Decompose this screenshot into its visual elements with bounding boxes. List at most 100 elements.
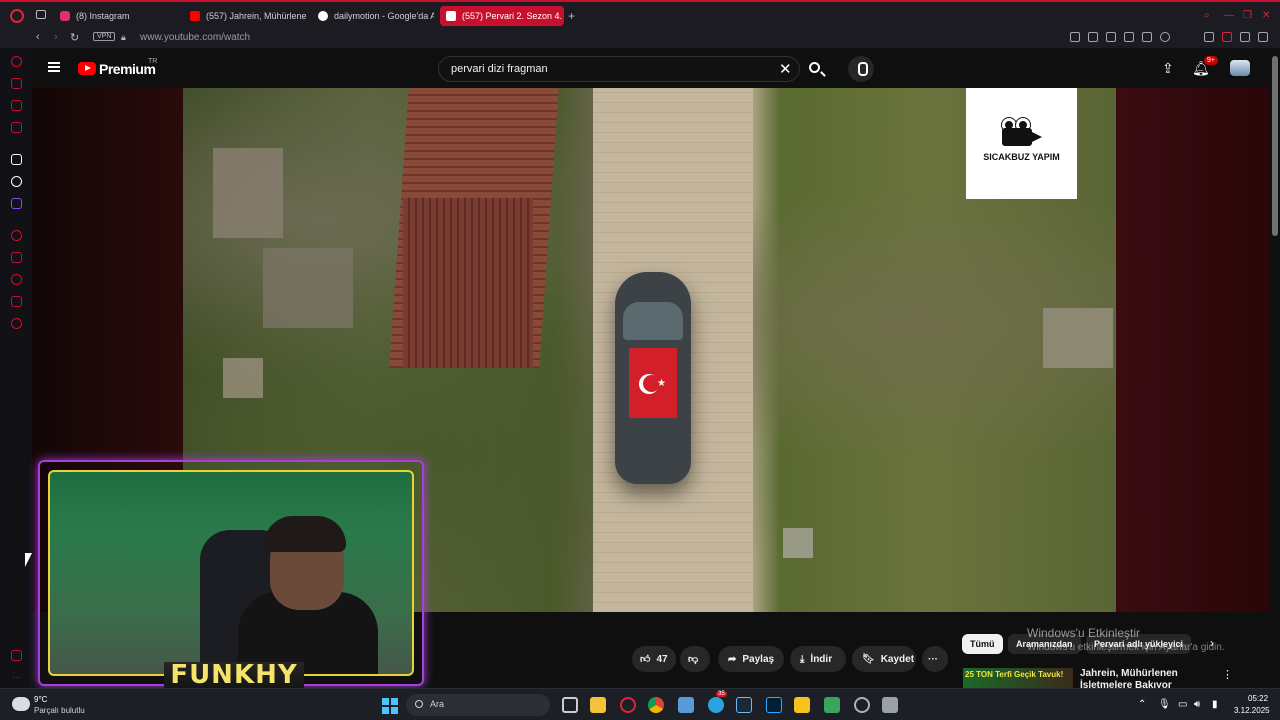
minimize-button[interactable]: — — [1224, 10, 1234, 21]
sidebar-arc-icon[interactable] — [11, 154, 22, 165]
recommended-more-icon[interactable]: ⋮ — [1222, 668, 1233, 681]
tab-youtube-jahrein[interactable]: (557) Jahrein, Mühürlene — [184, 6, 306, 26]
chrome-icon[interactable] — [648, 697, 664, 713]
photoshop-icon[interactable] — [766, 697, 782, 713]
search-button[interactable] — [806, 56, 828, 82]
url-field[interactable]: www.youtube.com/watch — [140, 32, 250, 43]
crescent-icon — [639, 374, 660, 394]
microphone-icon[interactable]: 🎙︎ — [1158, 699, 1171, 710]
workspaces-icon[interactable] — [36, 10, 46, 19]
weather-description[interactable]: Parçalı bulutlu — [34, 706, 85, 715]
streamer-name: FUNKHY — [170, 660, 298, 690]
clock-time[interactable]: 05:22 — [1248, 694, 1268, 703]
recommended-video-title[interactable]: Jahrein, Mühürlenen İşletmelere Bakıyor — [1080, 668, 1216, 688]
tab-instagram[interactable]: (8) Instagram — [54, 6, 176, 26]
windows-start-icon[interactable] — [382, 698, 398, 714]
share-label: Paylaş — [742, 653, 775, 665]
sidebar-whatsapp-icon[interactable] — [11, 122, 22, 133]
voice-search-button[interactable] — [848, 56, 874, 82]
notepad-icon[interactable] — [678, 697, 694, 713]
translate-icon[interactable] — [1124, 32, 1134, 42]
download-button[interactable]: ⤓ İndir — [790, 646, 846, 672]
pin-icon[interactable] — [1070, 32, 1080, 42]
search-query[interactable]: pervari dizi fragman — [451, 63, 548, 75]
feather-app-icon[interactable] — [882, 697, 898, 713]
tray-overflow-icon[interactable]: ⌃ — [1138, 699, 1146, 710]
settings-gear-icon[interactable] — [854, 697, 870, 713]
scrollbar-thumb[interactable] — [1272, 56, 1278, 236]
telegram-unread-badge: 35 — [716, 691, 727, 697]
search-input[interactable]: pervari dizi fragman ✕ — [438, 56, 800, 82]
opera-gx-icon[interactable] — [620, 697, 636, 713]
profile-icon[interactable] — [1222, 32, 1232, 42]
sidebar-more-icon[interactable]: ··· — [12, 672, 22, 683]
sidebar-gx-icon[interactable] — [11, 650, 22, 661]
sidebar-extensions-icon[interactable] — [11, 296, 22, 307]
sidebar-history-icon[interactable] — [11, 274, 22, 285]
battery-icon[interactable]: ▮ — [1212, 699, 1218, 710]
tab-label: (557) Pervari 2. Sezon 4. — [462, 11, 563, 21]
clear-search-icon[interactable]: ✕ — [779, 60, 792, 78]
car-windshield — [623, 302, 683, 340]
youtube-logo-word[interactable]: Premium — [99, 61, 156, 77]
sidebar-chatgpt-icon[interactable] — [11, 176, 22, 187]
clock-date[interactable]: 3.12.2025 — [1234, 706, 1270, 715]
search-tabs-icon[interactable]: ⌕ — [1204, 10, 1210, 21]
taskbar-search[interactable]: Ara — [406, 694, 550, 716]
windows-activation-title: Windows'u Etkinleştir — [1027, 626, 1140, 640]
account-avatar[interactable] — [1230, 60, 1250, 76]
weather-temperature[interactable]: 9°C — [34, 695, 47, 704]
sidebar-messenger-icon[interactable] — [11, 100, 22, 111]
player-icon[interactable] — [1142, 32, 1152, 42]
turkish-flag: ★ — [629, 348, 677, 418]
sidebar-twitch-icon[interactable] — [11, 198, 22, 209]
file-explorer-icon[interactable] — [590, 697, 606, 713]
tab-youtube-pervari[interactable]: (557) Pervari 2. Sezon 4. — [440, 6, 564, 26]
weather-cloud-icon[interactable] — [12, 697, 30, 711]
dislike-button[interactable]: 👎︎ — [680, 646, 710, 672]
sidebar-ai-icon[interactable] — [11, 56, 22, 67]
sidebar-settings-icon[interactable] — [11, 318, 22, 329]
download-icon[interactable] — [1240, 32, 1250, 42]
mouse-cursor-icon — [25, 553, 32, 567]
vpn-badge[interactable]: VPN — [93, 32, 116, 41]
like-button[interactable]: 👍︎ 47 — [632, 646, 676, 672]
close-window-button[interactable]: ✕ — [1262, 10, 1270, 21]
hamburger-menu-icon[interactable] — [48, 62, 60, 72]
save-button[interactable]: 🔖︎ Kaydet — [852, 646, 916, 672]
stones — [783, 528, 813, 558]
tab-google-dailymotion[interactable]: dailymotion - Google'da A — [312, 6, 434, 26]
more-actions-button[interactable]: ··· — [922, 646, 948, 672]
forward-icon[interactable]: › — [54, 31, 58, 43]
youtube-logo-icon[interactable] — [78, 62, 96, 75]
heart-icon[interactable] — [1160, 32, 1170, 42]
discord-green-icon[interactable] — [824, 697, 840, 713]
steam-icon[interactable] — [736, 697, 752, 713]
volume-icon[interactable]: 🔊︎ — [1194, 699, 1200, 710]
browser-tab-bar: (8) Instagram (557) Jahrein, Mühürlene d… — [0, 0, 1280, 28]
sidebar-shopping-icon[interactable] — [11, 78, 22, 89]
back-icon[interactable]: ‹ — [36, 31, 40, 43]
create-upload-icon[interactable]: ⇪ — [1162, 60, 1174, 77]
extensions-icon[interactable] — [1204, 32, 1214, 42]
maximize-button[interactable]: ❐ — [1243, 10, 1252, 21]
telegram-icon[interactable] — [708, 697, 724, 713]
new-tab-button[interactable]: + — [568, 9, 575, 23]
share-button[interactable]: ➦ Paylaş — [718, 646, 784, 672]
lock-icon[interactable]: 🔒︎ — [121, 32, 126, 43]
network-icon[interactable]: ▭ — [1178, 699, 1187, 710]
pen-tool-icon[interactable] — [794, 697, 810, 713]
sidebar-pin-icon[interactable] — [11, 252, 22, 263]
snapshot-icon[interactable] — [1088, 32, 1098, 42]
reload-icon[interactable]: ↻ — [70, 31, 79, 44]
recommended-video-thumbnail[interactable]: 25 TON Terfi Geçik Tavuk! — [963, 668, 1073, 688]
task-view-icon[interactable] — [562, 697, 578, 713]
chip-all[interactable]: Tümü — [962, 634, 1003, 654]
sidebar-player-icon[interactable] — [11, 230, 22, 241]
menu-icon[interactable] — [1258, 32, 1268, 42]
camera-lens — [1032, 132, 1042, 142]
adblock-icon[interactable] — [1106, 32, 1116, 42]
page-scrollbar[interactable] — [1270, 48, 1280, 688]
opera-logo-icon[interactable] — [10, 9, 24, 23]
search-icon — [809, 62, 820, 73]
